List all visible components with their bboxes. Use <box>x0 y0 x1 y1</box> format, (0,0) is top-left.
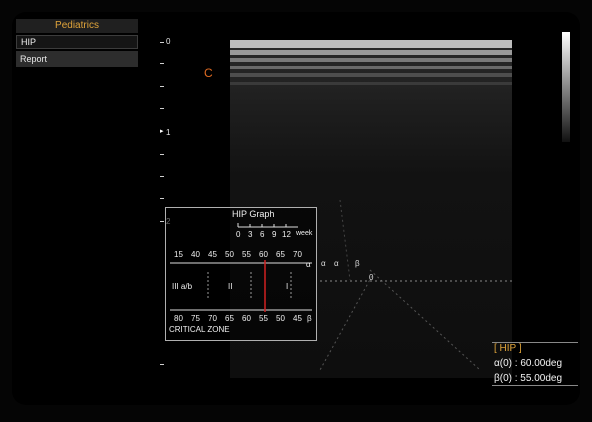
critical-zone-label: CRITICAL ZONE <box>169 325 230 334</box>
zone-ii-label: II <box>228 282 233 291</box>
menu-header: Pediatrics <box>16 19 138 33</box>
beta-scale-65: 65 <box>225 314 234 323</box>
beta-symbol: β <box>307 314 312 323</box>
depth-tick <box>160 63 164 64</box>
depth-tick <box>160 221 164 222</box>
menu-item-hip[interactable]: HIP <box>16 35 138 49</box>
grayscale-bar <box>562 32 570 142</box>
alpha-scale-50: 50 <box>225 250 234 259</box>
week-label-3: 3 <box>248 230 253 239</box>
alpha-readout: α(0) : 60.00deg <box>494 358 563 369</box>
hip-graph: HIP Graph 0 3 6 9 12 week 15 40 45 50 55… <box>165 207 317 341</box>
alpha-scale-45: 45 <box>208 250 217 259</box>
alpha-scale-40: 40 <box>191 250 200 259</box>
alpha-symbol: α <box>306 260 311 269</box>
ultrasound-screen: Pediatrics HIP Report C 0 ▸ 1 α α β 0 HI… <box>12 12 580 405</box>
alpha-scale-70: 70 <box>293 250 302 259</box>
angle-origin-label: 0 <box>369 273 374 282</box>
zone-i-label: I <box>286 282 289 291</box>
focus-marker: C <box>204 66 213 80</box>
beta-scale-75: 75 <box>191 314 200 323</box>
beta-scale-60: 60 <box>242 314 251 323</box>
beta-readout: β(0) : 55.00deg <box>492 373 578 386</box>
alpha-scale-55: 55 <box>242 250 251 259</box>
depth-tick <box>160 198 164 199</box>
depth-tick <box>160 42 164 43</box>
week-label-9: 9 <box>272 230 277 239</box>
week-label-12: 12 <box>282 230 291 239</box>
angle-beta-label: β <box>355 259 360 268</box>
depth-tick <box>160 86 164 87</box>
depth-marker-arrow: ▸ <box>160 128 164 135</box>
depth-tick <box>160 364 164 365</box>
week-unit: week <box>296 230 313 237</box>
alpha-scale-15: 15 <box>174 250 183 259</box>
week-label-6: 6 <box>260 230 265 239</box>
depth-tick <box>160 154 164 155</box>
report-button[interactable]: Report <box>16 51 138 67</box>
angle-alpha2-label: α <box>334 259 339 268</box>
alpha-scale-60: 60 <box>259 250 268 259</box>
week-label-0: 0 <box>236 230 241 239</box>
angle-alpha-label: α <box>321 259 326 268</box>
beta-scale-45: 45 <box>293 314 302 323</box>
ultrasound-frame: Pediatrics HIP Report C 0 ▸ 1 α α β 0 HI… <box>0 0 592 422</box>
depth-tick <box>160 176 164 177</box>
beta-scale-50: 50 <box>276 314 285 323</box>
zone-iii-label: III a/b <box>172 282 193 291</box>
hip-readout: [ HIP ] α(0) : 60.00deg β(0) : 55.00deg <box>492 342 578 386</box>
depth-tick <box>160 108 164 109</box>
readout-title: [ HIP ] <box>492 342 578 354</box>
beta-scale-70: 70 <box>208 314 217 323</box>
depth-label-1: 1 <box>166 128 171 137</box>
pediatrics-menu: Pediatrics HIP Report <box>16 19 138 67</box>
beta-scale-80: 80 <box>174 314 183 323</box>
alpha-scale-65: 65 <box>276 250 285 259</box>
beta-scale-55: 55 <box>259 314 268 323</box>
depth-label-0: 0 <box>166 37 171 46</box>
